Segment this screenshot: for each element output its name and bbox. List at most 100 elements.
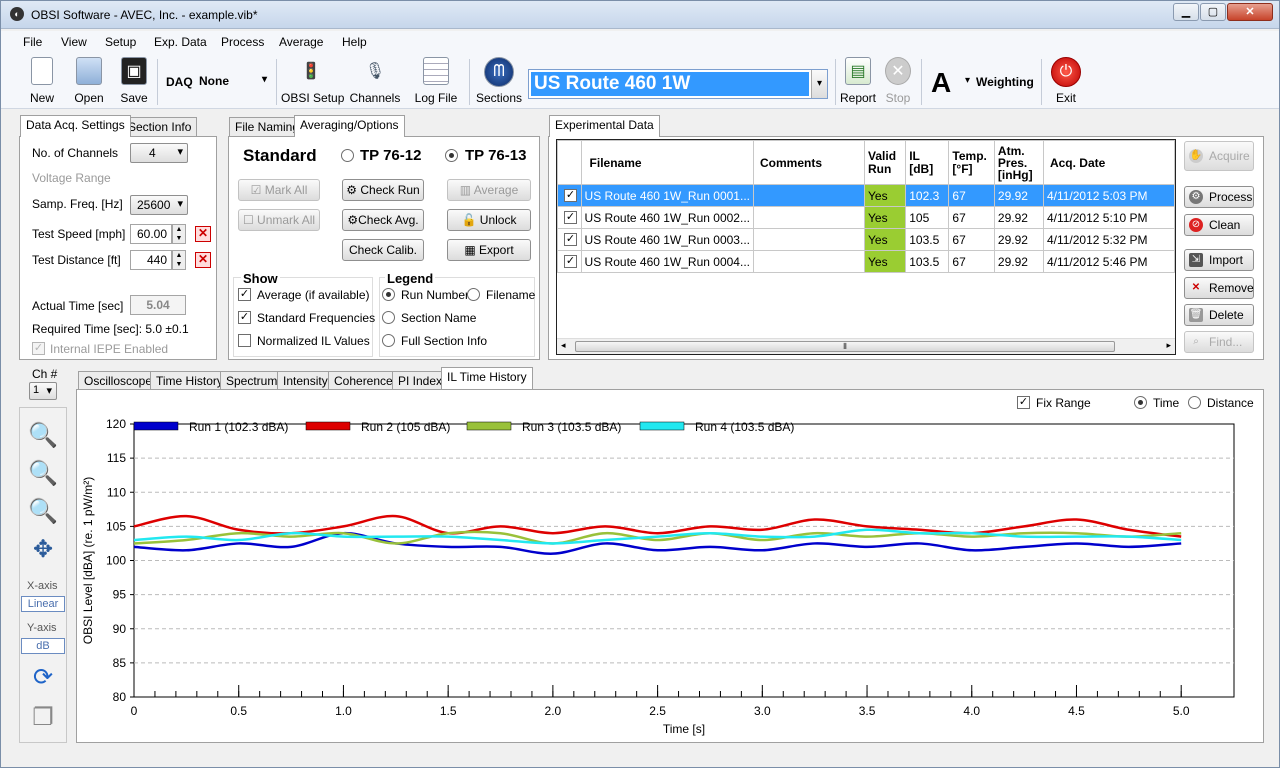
pan-arrows-icon[interactable]: ✥ <box>27 535 59 567</box>
mark-all-button[interactable]: ☑ Mark All <box>238 179 320 201</box>
chevron-down-icon[interactable]: ▾ <box>965 75 970 86</box>
menu-average[interactable]: Average <box>279 35 323 49</box>
daq-select[interactable]: None ▾ <box>197 71 269 93</box>
horizontal-scrollbar[interactable]: ◂ ⦀ ▸ <box>557 338 1175 354</box>
column-header[interactable]: Filename <box>580 140 754 185</box>
clear-speed-icon[interactable]: ✕ <box>195 226 211 242</box>
log-file-button[interactable]: Log File <box>413 57 459 105</box>
tab-coherence[interactable]: Coherence <box>328 371 399 391</box>
table-row[interactable]: ✓ US Route 460 1W_Run 0001... Yes 102.3 … <box>557 184 1175 207</box>
test-distance-stepper[interactable]: ▲ ▼ <box>172 250 186 270</box>
scrollbar-thumb[interactable]: ⦀ <box>575 341 1115 352</box>
new-button[interactable]: New <box>27 57 57 105</box>
chevron-down-icon[interactable]: ▾ <box>811 70 827 98</box>
menu-view[interactable]: View <box>61 35 87 49</box>
check-calib-button[interactable]: Check Calib. <box>342 239 424 261</box>
tab-intensity[interactable]: Intensity <box>277 371 334 391</box>
tp-76-13-radio[interactable] <box>445 149 458 162</box>
exit-button[interactable]: ⏻ Exit <box>1049 57 1083 105</box>
check-run-button[interactable]: ⚙ Check Run <box>342 179 424 201</box>
minimize-button[interactable]: ▁ <box>1173 3 1199 21</box>
menu-setup[interactable]: Setup <box>105 35 136 49</box>
save-button[interactable]: ▣ Save <box>119 57 149 105</box>
tab-oscilloscope[interactable]: Oscilloscope <box>78 371 159 391</box>
obsi-setup-button[interactable]: 🚦 OBSI Setup <box>281 57 344 105</box>
show-average-checkbox[interactable]: ✓ <box>238 288 251 301</box>
test-distance-input[interactable]: 440 <box>130 250 172 270</box>
row-select-checkbox[interactable]: ✓ <box>564 189 577 202</box>
export-button[interactable]: ▦ Export <box>447 239 531 261</box>
copy-pages-icon[interactable]: ❐ <box>27 703 59 735</box>
report-button[interactable]: ▤ Report <box>839 57 877 105</box>
test-speed-stepper[interactable]: ▲ ▼ <box>172 224 186 244</box>
fix-range-checkbox[interactable]: ✓ <box>1017 396 1030 409</box>
yaxis-scale-select[interactable]: dB <box>21 638 65 654</box>
delete-button[interactable]: 🗑 Delete <box>1184 304 1254 326</box>
check-avg-button[interactable]: ⚙Check Avg. <box>342 209 424 231</box>
legend-filename-radio[interactable] <box>467 288 480 301</box>
open-button[interactable]: Open <box>71 57 107 105</box>
column-header[interactable]: Comments <box>752 140 866 185</box>
iepe-checkbox[interactable]: ✓ <box>32 342 45 355</box>
tab-spectrum[interactable]: Spectrum <box>220 371 284 391</box>
tab-data-acq-settings[interactable]: Data Acq. Settings <box>20 115 131 137</box>
scroll-left-icon[interactable]: ◂ <box>561 340 566 351</box>
clean-button[interactable]: ⊘ Clean <box>1184 214 1254 236</box>
legend-run-number-radio[interactable] <box>382 288 395 301</box>
channels-button[interactable]: 🎙 Channels <box>349 57 401 105</box>
process-button[interactable]: ⚙ Process <box>1184 186 1254 208</box>
show-std-freq-checkbox[interactable]: ✓ <box>238 311 251 324</box>
tp-76-12-radio[interactable] <box>341 149 354 162</box>
legend-full-section-radio[interactable] <box>382 334 395 347</box>
show-normalized-checkbox[interactable] <box>238 334 251 347</box>
time-radio[interactable] <box>1134 396 1147 409</box>
tab-time-history[interactable]: Time History <box>150 371 229 391</box>
stop-button[interactable]: ✕ Stop <box>881 57 915 105</box>
table-row[interactable]: ✓ US Route 460 1W_Run 0003... Yes 103.5 … <box>557 228 1175 251</box>
zoom-out-icon[interactable]: 🔍 <box>27 497 59 529</box>
unlock-button[interactable]: 🔓 Unlock <box>447 209 531 231</box>
column-header[interactable]: Valid Run <box>864 140 907 185</box>
zoom-fit-icon[interactable]: 🔍 <box>27 421 59 453</box>
menu-process[interactable]: Process <box>221 35 264 49</box>
row-select-checkbox[interactable]: ✓ <box>564 211 577 224</box>
channels-select[interactable]: 4 <box>130 143 188 163</box>
average-button[interactable]: ▥ Average <box>447 179 531 201</box>
table-row[interactable]: ✓ US Route 460 1W_Run 0004... Yes 103.5 … <box>557 250 1175 273</box>
section-select[interactable]: US Route 460 1W ▾ <box>528 69 828 99</box>
menu-help[interactable]: Help <box>342 35 367 49</box>
scroll-right-icon[interactable]: ▸ <box>1166 340 1171 351</box>
weighting-label[interactable]: Weighting <box>976 75 1034 89</box>
legend-section-name-radio[interactable] <box>382 311 395 324</box>
refresh-arrows-icon[interactable]: ⟳ <box>27 663 59 695</box>
row-select-checkbox[interactable]: ✓ <box>564 233 577 246</box>
tab-section-info[interactable]: Section Info <box>122 117 198 137</box>
import-button[interactable]: ⇲ Import <box>1184 249 1254 271</box>
remove-button[interactable]: ✕ Remove <box>1184 277 1254 299</box>
clear-distance-icon[interactable]: ✕ <box>195 252 211 268</box>
column-header[interactable]: Atm. Pres. [inHg] <box>993 140 1044 185</box>
table-row[interactable]: ✓ US Route 460 1W_Run 0002... Yes 105 67… <box>557 206 1175 229</box>
column-header[interactable]: IL [dB] <box>905 140 950 185</box>
tab-pi-index[interactable]: PI Index <box>392 371 449 391</box>
xaxis-scale-select[interactable]: Linear <box>21 596 65 612</box>
tab-il-time-history[interactable]: IL Time History <box>441 367 533 389</box>
test-speed-input[interactable]: 60.00 <box>130 224 172 244</box>
sections-button[interactable]: ᗰ Sections <box>475 57 523 105</box>
column-header[interactable]: Temp. [°F] <box>948 140 995 185</box>
menu-exp-data[interactable]: Exp. Data <box>154 35 207 49</box>
samp-freq-select[interactable]: 25600 <box>130 195 188 215</box>
unmark-all-button[interactable]: ☐ Unmark All <box>238 209 320 231</box>
find-button[interactable]: ⌕ Find... <box>1184 331 1254 353</box>
tab-averaging-options[interactable]: Averaging/Options <box>294 115 405 137</box>
acquire-button[interactable]: ✋ Acquire <box>1184 141 1254 171</box>
close-button[interactable]: ✕ <box>1227 3 1273 21</box>
zoom-in-icon[interactable]: 🔍 <box>27 459 59 491</box>
distance-radio[interactable] <box>1188 396 1201 409</box>
maximize-button[interactable]: ▢ <box>1200 3 1226 21</box>
tab-experimental-data[interactable]: Experimental Data <box>549 115 660 137</box>
row-select-checkbox[interactable]: ✓ <box>564 255 577 268</box>
channel-select[interactable]: 1 <box>29 382 57 400</box>
menu-file[interactable]: File <box>23 35 42 49</box>
column-header[interactable]: Acq. Date <box>1042 140 1175 185</box>
